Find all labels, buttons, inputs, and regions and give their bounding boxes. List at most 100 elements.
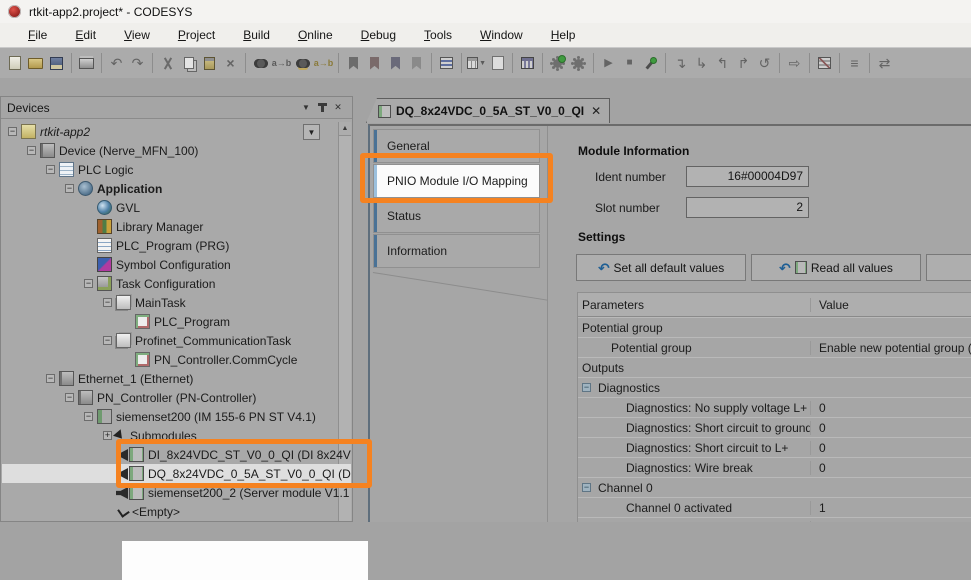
parameter-row[interactable]: Channel 0 activated1 xyxy=(578,497,971,517)
start-icon[interactable]: ▶ xyxy=(599,54,618,73)
save-icon[interactable] xyxy=(47,54,66,73)
tree-item-gvl[interactable]: GVL xyxy=(2,198,351,217)
write-values-button[interactable]: ↷ xyxy=(926,254,971,281)
find-in-project-icon[interactable] xyxy=(293,54,312,73)
tree-item-plc-logic[interactable]: −PLC Logic xyxy=(2,160,351,179)
parameter-row[interactable]: Potential groupEnable new potential grou… xyxy=(578,337,971,357)
step-into-icon[interactable]: ↳ xyxy=(692,54,711,73)
collapse-icon[interactable]: − xyxy=(103,336,112,345)
collapse-icon[interactable]: − xyxy=(65,393,74,402)
blank-page-icon[interactable] xyxy=(488,54,507,73)
properties-icon[interactable] xyxy=(437,54,456,73)
add-object-icon[interactable]: ▼ xyxy=(467,54,486,73)
parameter-row[interactable]: Diagnostics: Wire break0 xyxy=(578,457,971,477)
replace-icon[interactable]: a→b xyxy=(272,54,291,73)
toggle-breakpoints-icon[interactable] xyxy=(815,54,834,73)
collapse-icon[interactable]: − xyxy=(46,165,55,174)
menu-online[interactable]: Online xyxy=(284,25,347,45)
parameter-row[interactable]: Diagnostics: No supply voltage L+0 xyxy=(578,397,971,417)
parameter-row[interactable]: Diagnostics: Short circuit to ground0 xyxy=(578,417,971,437)
tab-information[interactable]: Information xyxy=(373,234,540,268)
copy-icon[interactable] xyxy=(179,54,198,73)
tree-item-pn-controller-commcycle[interactable]: PN_Controller.CommCycle xyxy=(2,350,351,369)
tree-item-library-manager[interactable]: Library Manager xyxy=(2,217,351,236)
menu-help[interactable]: Help xyxy=(537,25,590,45)
document-tab[interactable]: DQ_8x24VDC_0_5A_ST_V0_0_QI ✕ xyxy=(366,98,610,123)
tree-item-empty[interactable]: <Empty> xyxy=(2,502,351,521)
tree-item-profinet-communicationtask[interactable]: −Profinet_CommunicationTask xyxy=(2,331,351,350)
device-selector-dropdown[interactable]: ▼ xyxy=(303,124,320,140)
menu-window[interactable]: Window xyxy=(466,25,537,45)
bookmark-prev-icon[interactable] xyxy=(365,54,384,73)
collapse-icon[interactable]: − xyxy=(84,279,93,288)
watch-list-icon[interactable]: ≡ xyxy=(845,54,864,73)
collapse-icon[interactable]: − xyxy=(582,383,591,392)
menu-edit[interactable]: Edit xyxy=(61,25,110,45)
build-icon[interactable] xyxy=(518,54,537,73)
step-out-icon[interactable]: ↰ xyxy=(713,54,732,73)
tab-general[interactable]: General xyxy=(373,129,540,163)
tree-item-plc-program-prg[interactable]: PLC_Program (PRG) xyxy=(2,236,351,255)
tree-item-maintask[interactable]: −MainTask xyxy=(2,293,351,312)
replace-in-project-icon[interactable]: a→b xyxy=(314,54,333,73)
tree-item-submodules[interactable]: +Submodules xyxy=(2,426,351,445)
collapse-icon[interactable]: − xyxy=(65,184,74,193)
run-to-line-icon[interactable]: ↱ xyxy=(734,54,753,73)
step-over-icon[interactable]: ↴ xyxy=(671,54,690,73)
collapse-icon[interactable]: − xyxy=(8,127,17,136)
tree-item-plc-program[interactable]: PLC_Program xyxy=(2,312,351,331)
tree-item-symbol-configuration[interactable]: Symbol Configuration xyxy=(2,255,351,274)
tab-status[interactable]: Status xyxy=(373,199,540,233)
tree-item-rtkit-app2[interactable]: −rtkit-app2▼ xyxy=(2,122,351,141)
tab-close-icon[interactable]: ✕ xyxy=(591,104,601,118)
tab-pnio-module-i-o-mapping[interactable]: PNIO Module I/O Mapping xyxy=(373,164,540,198)
force-values-icon[interactable]: ⇄ xyxy=(875,54,894,73)
paste-icon[interactable] xyxy=(200,54,219,73)
collapse-icon[interactable]: − xyxy=(46,374,55,383)
tree-item-dq-8x24vdc-0-5a-st-v0-0-qi-dq-8[interactable]: DQ_8x24VDC_0_5A_ST_V0_0_QI (DQ 8 xyxy=(2,464,351,483)
tree-item-di-8x24vdc-st-v0-0-qi-di-8x24vdc[interactable]: DI_8x24VDC_ST_V0_0_QI (DI 8x24VDC xyxy=(2,445,351,464)
tree-item-siemenset200-im-155-6-pn-st-v4-1[interactable]: −siemenset200 (IM 155-6 PN ST V4.1) xyxy=(2,407,351,426)
menu-view[interactable]: View xyxy=(110,25,164,45)
collapse-icon[interactable]: − xyxy=(103,298,112,307)
delete-icon[interactable]: × xyxy=(221,54,240,73)
bookmark-next-icon[interactable] xyxy=(386,54,405,73)
panel-menu-chevron-icon[interactable]: ▼ xyxy=(298,101,314,115)
parameter-row[interactable]: Potential group xyxy=(578,317,971,337)
bookmark-toggle-icon[interactable] xyxy=(344,54,363,73)
tree-item-application[interactable]: −Application xyxy=(2,179,351,198)
menu-project[interactable]: Project xyxy=(164,25,229,45)
login-icon[interactable] xyxy=(548,54,567,73)
read-values-button[interactable]: ↷Read all values xyxy=(751,254,921,281)
menu-build[interactable]: Build xyxy=(229,25,284,45)
redo-icon[interactable]: ↷ xyxy=(128,54,147,73)
print-icon[interactable] xyxy=(77,54,96,73)
expand-icon[interactable]: + xyxy=(103,431,112,440)
cut-icon[interactable] xyxy=(158,54,177,73)
reset-icon[interactable]: ↺ xyxy=(755,54,774,73)
parameter-row[interactable]: Diagnostics: Short circuit to L+0 xyxy=(578,437,971,457)
menu-file[interactable]: File xyxy=(14,25,61,45)
collapse-icon[interactable]: − xyxy=(582,483,591,492)
pin-icon[interactable] xyxy=(314,101,330,115)
parameter-row[interactable]: −Channel 0 xyxy=(578,477,971,497)
menu-debug[interactable]: Debug xyxy=(347,25,410,45)
undo-icon[interactable]: ↶ xyxy=(107,54,126,73)
tree-item-task-configuration[interactable]: −Task Configuration xyxy=(2,274,351,293)
stop-icon[interactable]: ■ xyxy=(620,54,639,73)
logout-icon[interactable] xyxy=(569,54,588,73)
open-file-icon[interactable] xyxy=(26,54,45,73)
tree-item-pn-controller-pn-controller[interactable]: −PN_Controller (PN-Controller) xyxy=(2,388,351,407)
parameter-row[interactable]: Outputs xyxy=(578,357,971,377)
set-default-button[interactable]: ↷Set all default values xyxy=(576,254,746,281)
bookmark-clear-icon[interactable] xyxy=(407,54,426,73)
tree-item-siemenset200-2-server-module-v1-1[interactable]: siemenset200_2 (Server module V1.1 (( xyxy=(2,483,351,502)
tools-icon[interactable] xyxy=(641,54,660,73)
new-file-icon[interactable] xyxy=(5,54,24,73)
parameter-row[interactable]: Channel 0 Reaction to CPU STOPShutdown xyxy=(578,517,971,522)
tree-item-device-nerve-mfn-100[interactable]: −Device (Nerve_MFN_100) xyxy=(2,141,351,160)
close-icon[interactable]: ✕ xyxy=(330,101,346,115)
find-icon[interactable] xyxy=(251,54,270,73)
menu-tools[interactable]: Tools xyxy=(410,25,466,45)
next-statement-icon[interactable]: ⇨ xyxy=(785,54,804,73)
